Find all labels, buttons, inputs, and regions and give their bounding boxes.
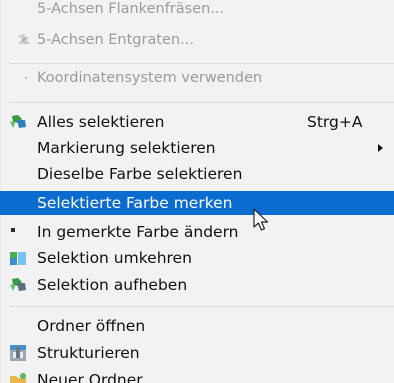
select-all-icon xyxy=(10,115,26,128)
menu-separator xyxy=(9,63,394,64)
menu-item-entgraten: 5-Achsen Entgraten... xyxy=(0,27,394,53)
menu-item-flankenfraesen: 5-Achsen Flankenfräsen... xyxy=(0,0,394,22)
context-menu: 5-Achsen Flankenfräsen... 5-Achsen Entgr… xyxy=(0,0,394,383)
menu-item-farbe-merken[interactable]: Selektierte Farbe merken xyxy=(0,191,394,215)
menu-item-dieselbe-farbe[interactable]: Dieselbe Farbe selektieren xyxy=(0,161,394,187)
dot-icon xyxy=(25,77,27,79)
shortcut-label: Strg+A xyxy=(307,113,363,131)
menu-item-strukturieren[interactable]: Strukturieren xyxy=(0,340,394,366)
menu-item-farbe-aendern[interactable]: In gemerkte Farbe ändern xyxy=(0,219,394,245)
clear-selection-icon xyxy=(10,278,26,291)
menu-item-label: Ordner öffnen xyxy=(37,317,146,335)
mill-icon xyxy=(9,1,27,17)
deburr-icon xyxy=(18,33,31,45)
menu-item-neuer-ordner[interactable]: Neuer Ordner xyxy=(0,367,394,383)
mouse-pointer-icon xyxy=(253,208,269,231)
menu-item-selektion-aufheben[interactable]: Selektion aufheben xyxy=(0,272,394,298)
menu-item-label: 5-Achsen Flankenfräsen... xyxy=(37,1,225,17)
invert-selection-icon xyxy=(10,252,26,265)
menu-item-selektion-umkehren[interactable]: Selektion umkehren xyxy=(0,245,394,271)
submenu-arrow-icon xyxy=(378,144,383,152)
menu-item-label: Strukturieren xyxy=(37,344,140,362)
new-folder-icon xyxy=(10,373,26,383)
menu-item-label: Selektion umkehren xyxy=(37,249,192,267)
menu-item-label: Alles selektieren xyxy=(37,113,165,131)
menu-item-label: 5-Achsen Entgraten... xyxy=(37,32,194,48)
menu-item-alles-selektieren[interactable]: Alles selektieren Strg+A xyxy=(0,109,394,135)
menu-item-label: Koordinatensystem verwenden xyxy=(37,70,263,86)
menu-item-label: Dieselbe Farbe selektieren xyxy=(37,165,243,183)
menu-item-label: Selektion aufheben xyxy=(37,276,188,294)
menu-separator xyxy=(9,306,394,307)
menu-item-markierung-selektieren[interactable]: Markierung selektieren xyxy=(0,135,394,161)
menu-item-ordner-oeffnen[interactable]: Ordner öffnen xyxy=(0,313,394,339)
structure-icon xyxy=(10,345,26,361)
menu-item-label: Selektierte Farbe merken xyxy=(37,194,233,212)
color-change-icon xyxy=(11,228,15,232)
menu-item-label: Neuer Ordner xyxy=(37,371,143,383)
menu-item-koordinatensystem: Koordinatensystem verwenden xyxy=(0,65,394,91)
menu-item-label: Markierung selektieren xyxy=(37,139,216,157)
menu-separator xyxy=(9,102,394,103)
menu-item-label: In gemerkte Farbe ändern xyxy=(37,223,239,241)
